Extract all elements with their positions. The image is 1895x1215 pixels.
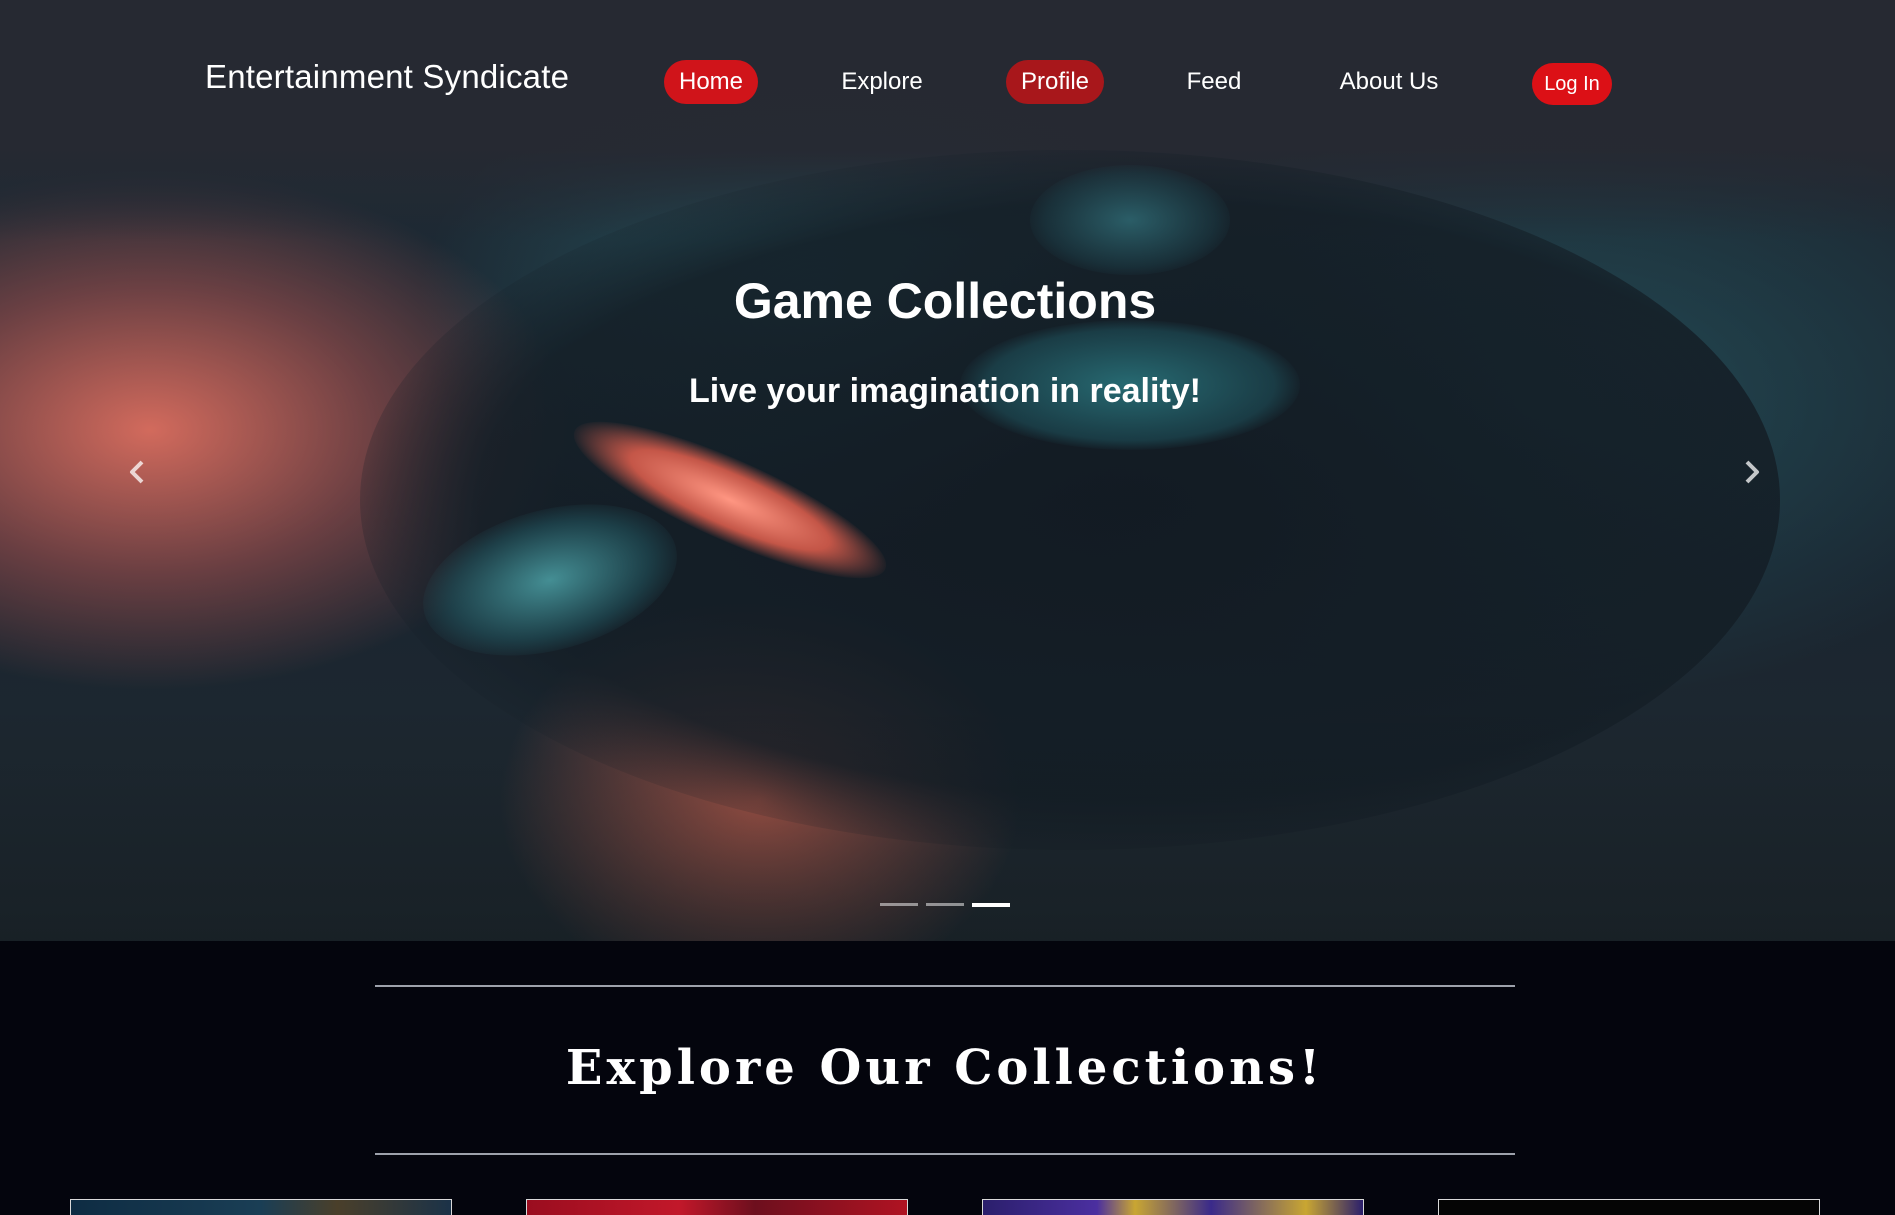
chevron-right-icon (1745, 460, 1759, 484)
carousel-indicator-1[interactable] (880, 903, 918, 906)
collection-card[interactable] (70, 1199, 452, 1215)
nav-about-us[interactable]: About Us (1323, 60, 1455, 104)
collection-card[interactable] (526, 1199, 908, 1215)
nav-home[interactable]: Home (664, 60, 758, 104)
carousel-indicator-2[interactable] (926, 903, 964, 906)
collection-card[interactable] (1438, 1199, 1820, 1215)
carousel-prev-button[interactable] (118, 452, 158, 492)
hero-subtitle: Live your imagination in reality! (689, 372, 1201, 410)
nav-feed[interactable]: Feed (1172, 60, 1256, 104)
nav-profile[interactable]: Profile (1006, 60, 1104, 104)
chevron-left-icon (130, 460, 144, 484)
hero-title: Game Collections (733, 273, 1157, 329)
explore-heading: Explore Our Collections! (565, 1040, 1325, 1096)
section-divider-bottom (375, 1153, 1515, 1155)
login-button[interactable]: Log In (1532, 63, 1612, 105)
nav-explore[interactable]: Explore (829, 60, 935, 104)
section-divider-top (375, 985, 1515, 987)
carousel-indicator-3[interactable] (972, 903, 1010, 907)
hero-carousel: Entertainment Syndicate Home Explore Pro… (0, 0, 1895, 941)
collection-card[interactable] (982, 1199, 1364, 1215)
carousel-next-button[interactable] (1731, 452, 1771, 492)
brand-logo[interactable]: Entertainment Syndicate (205, 58, 569, 96)
hero-overlay (0, 0, 1895, 941)
